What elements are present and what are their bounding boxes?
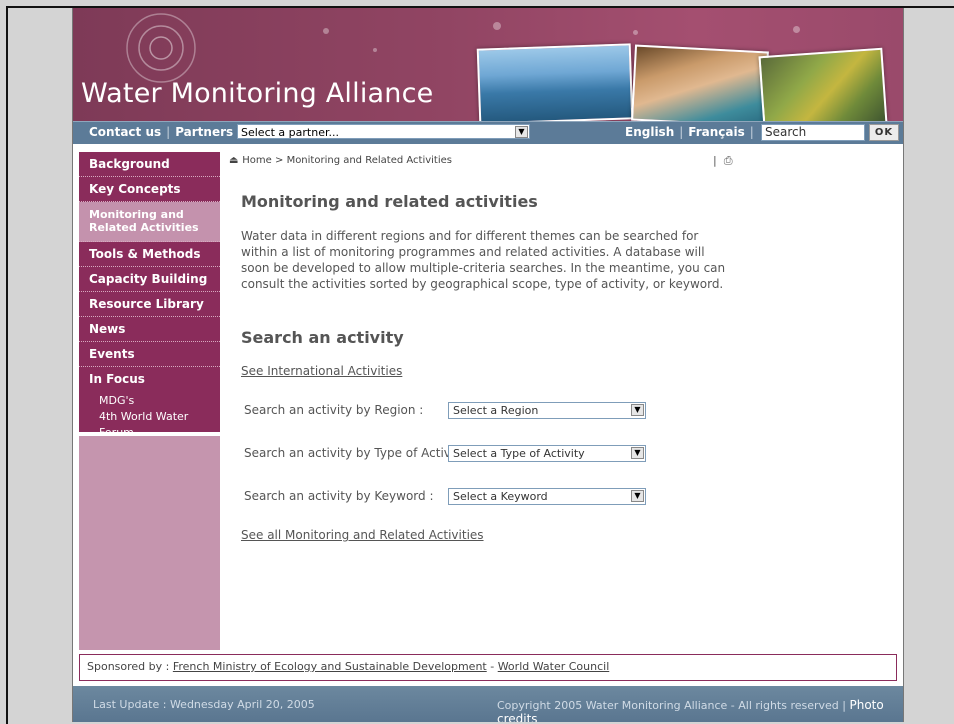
all-activities-link[interactable]: See all Monitoring and Related Activitie… (241, 528, 484, 542)
type-select-value: Select a Type of Activity (453, 447, 585, 460)
sponsored-label: Sponsored by : (87, 660, 173, 673)
breadcrumb-separator: > (271, 155, 287, 166)
intro-text: Water data in different regions and for … (241, 229, 726, 291)
sidebar-item-resource-library[interactable]: Resource Library (79, 292, 220, 317)
sidebar: Background Key Concepts Monitoring and R… (79, 152, 220, 439)
partner-select-value: Select a partner... (241, 126, 339, 139)
search-section-title: Search an activity (241, 328, 404, 347)
sidebar-item-label[interactable]: In Focus (89, 367, 210, 391)
keyword-select[interactable]: Select a Keyword ▼ (448, 488, 646, 505)
site-title[interactable]: Water Monitoring Alliance (81, 78, 433, 109)
english-link[interactable]: English (625, 125, 674, 139)
chevron-down-icon[interactable]: ▼ (515, 126, 528, 138)
contact-link[interactable]: Contact us (89, 125, 161, 139)
sponsor-wwc-link[interactable]: World Water Council (498, 660, 610, 673)
page-title: Monitoring and related activities (241, 192, 538, 211)
keyword-label: Search an activity by Keyword : (244, 489, 434, 503)
partner-select[interactable]: Select a partner... ▼ (237, 124, 530, 139)
chevron-down-icon[interactable]: ▼ (631, 404, 644, 416)
international-activities-link[interactable]: See International Activities (241, 364, 402, 378)
breadcrumb-current: Monitoring and Related Activities (286, 155, 452, 166)
breadcrumb-home-link[interactable]: Home (242, 155, 272, 166)
sidebar-item-background[interactable]: Background (79, 152, 220, 177)
keyword-select-value: Select a Keyword (453, 490, 548, 503)
sidebar-item-events[interactable]: Events (79, 342, 220, 367)
footer-bar: Last Update : Wednesday April 20, 2005 C… (73, 686, 903, 722)
breadcrumb: ⏏ Home > Monitoring and Related Activiti… (229, 152, 749, 166)
sponsor-ministry-link[interactable]: French Ministry of Ecology and Sustainab… (173, 660, 487, 673)
chevron-down-icon[interactable]: ▼ (631, 447, 644, 459)
type-label: Search an activity by Type of Activity : (244, 446, 474, 460)
banner-photo-boats (476, 43, 634, 121)
top-navbar: Contact us|Partners| Select a partner...… (73, 121, 903, 144)
copyright: Copyright 2005 Water Monitoring Alliance… (497, 699, 850, 712)
search-ok-button[interactable]: OK (869, 124, 899, 141)
logo-rings-icon (126, 13, 196, 83)
sidebar-item-in-focus: In Focus MDG's 4th World Water Forum (79, 367, 220, 439)
sidebar-item-monitoring[interactable]: Monitoring and Related Activities (79, 202, 220, 242)
sidebar-item-tools-methods[interactable]: Tools & Methods (79, 242, 220, 267)
sidebar-item-key-concepts[interactable]: Key Concepts (79, 177, 220, 202)
chevron-down-icon[interactable]: ▼ (631, 490, 644, 502)
page: Water Monitoring Alliance Contact us | Par… (72, 8, 904, 722)
sponsor-separator: - (486, 660, 498, 673)
sidebar-sub-mdgs[interactable]: MDG's (89, 393, 210, 409)
sidebar-filler (79, 436, 220, 650)
header-banner: Water Monitoring Alliance (73, 8, 903, 121)
sponsor-bar: Sponsored by : French Ministry of Ecolog… (79, 654, 897, 681)
search-input[interactable]: Search (761, 124, 865, 141)
banner-photo-leaves (758, 47, 888, 121)
type-select[interactable]: Select a Type of Activity ▼ (448, 445, 646, 462)
last-update: Last Update : Wednesday April 20, 2005 (93, 698, 315, 711)
sidebar-item-news[interactable]: News (79, 317, 220, 342)
home-icon: ⏏ (229, 155, 239, 166)
partners-link[interactable]: Partners (175, 125, 233, 139)
region-select[interactable]: Select a Region ▼ (448, 402, 646, 419)
region-select-value: Select a Region (453, 404, 539, 417)
print-icon[interactable]: | ⎙ (713, 154, 733, 168)
banner-photo-child-drinking (631, 44, 769, 121)
region-label: Search an activity by Region : (244, 403, 424, 417)
francais-link[interactable]: Français (688, 125, 744, 139)
sidebar-item-capacity-building[interactable]: Capacity Building (79, 267, 220, 292)
